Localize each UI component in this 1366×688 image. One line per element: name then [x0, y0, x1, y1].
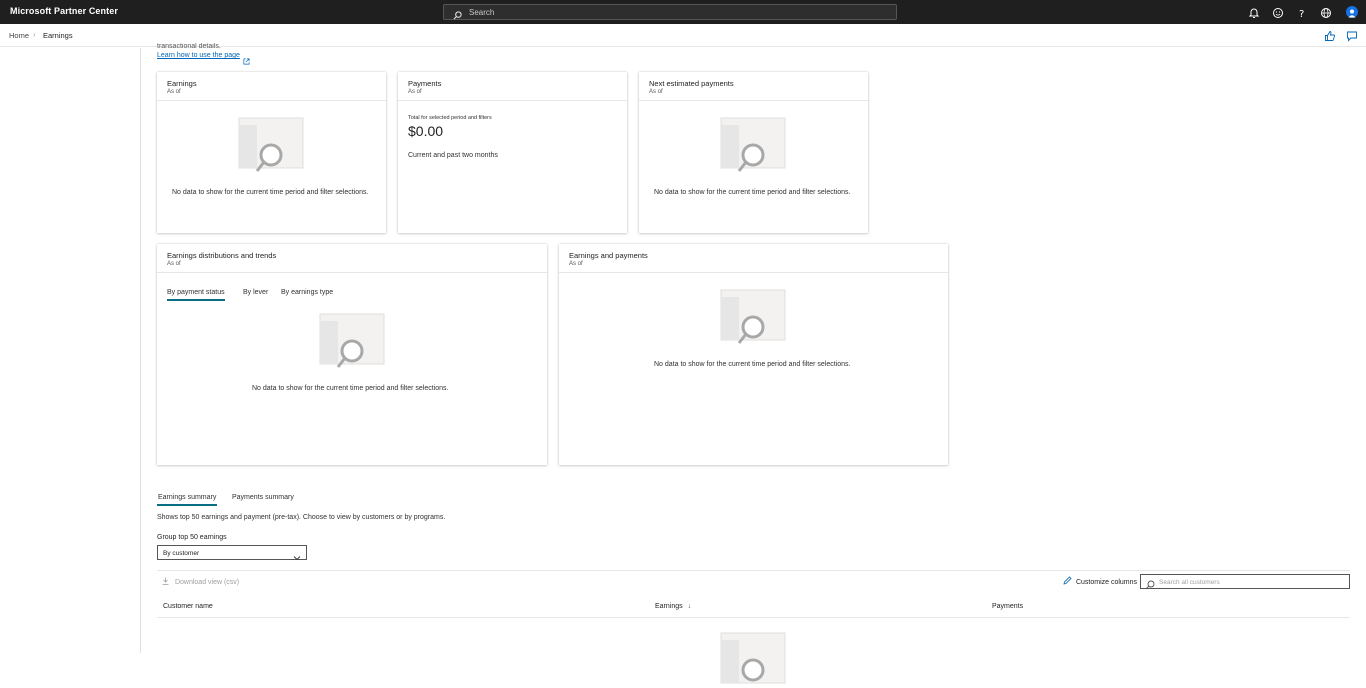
group-by-value: By customer [163, 550, 200, 557]
smiley-icon[interactable] [1272, 6, 1284, 18]
no-data-illustration-icon [720, 289, 786, 344]
earnings-card-as-of: As of [167, 89, 181, 95]
earnings-card-title: Earnings [167, 79, 197, 88]
breadcrumb-home[interactable]: Home [9, 31, 29, 40]
user-avatar[interactable] [1346, 6, 1358, 18]
group-label: Group top 50 earnings [157, 534, 227, 541]
payments-card: Payments As of Total for selected period… [398, 72, 627, 233]
no-data-illustration-icon [720, 632, 786, 684]
distributions-as-of: As of [167, 261, 181, 267]
search-icon [1145, 577, 1155, 595]
left-navigation [0, 48, 141, 653]
download-label: Download view (csv) [174, 579, 240, 586]
tab-earnings-summary[interactable]: Earnings summary [157, 494, 218, 506]
svg-text:?: ? [1299, 9, 1304, 19]
distributions-title: Earnings distributions and trends [167, 251, 277, 260]
column-earnings-label: Earnings [655, 603, 683, 610]
customer-search-input[interactable] [1159, 577, 1344, 587]
download-icon [162, 577, 171, 586]
tab-by-earnings-type[interactable]: By earnings type [281, 289, 333, 296]
feedback-icon[interactable] [1346, 29, 1358, 42]
global-search[interactable]: Search [443, 4, 897, 20]
earnings-card: Earnings As of No data to show for the c… [157, 72, 386, 233]
earnings-payments-as-of: As of [569, 261, 583, 267]
pencil-icon [1063, 576, 1074, 586]
payments-card-as-of: As of [408, 89, 422, 95]
distributions-no-data: No data to show for the current time per… [252, 385, 449, 392]
learn-how-link[interactable]: Learn how to use the page [157, 52, 240, 59]
sort-descending-icon: ↓ [687, 603, 692, 610]
earnings-payments-title: Earnings and payments [569, 251, 648, 260]
earnings-no-data: No data to show for the current time per… [172, 189, 369, 196]
column-payments[interactable]: Payments [992, 603, 1023, 610]
chevron-right-icon: › [33, 30, 36, 39]
payments-total-label: Total for selected period and filters [408, 115, 492, 121]
no-data-illustration-icon [720, 117, 786, 172]
column-customer-name[interactable]: Customer name [163, 603, 213, 610]
tab-by-lever[interactable]: By lever [243, 289, 268, 296]
bell-icon[interactable] [1248, 6, 1260, 18]
customize-columns-label: Customize columns [1075, 579, 1138, 586]
earnings-payments-no-data: No data to show for the current time per… [654, 361, 851, 368]
external-link-icon [243, 52, 250, 70]
no-data-illustration-icon [238, 117, 304, 172]
earnings-distributions-card: Earnings distributions and trends As of … [157, 244, 547, 465]
thumbs-up-icon[interactable] [1324, 29, 1336, 41]
tab-payments-summary[interactable]: Payments summary [232, 494, 294, 501]
payments-period: Current and past two months [408, 152, 498, 159]
top-bar: Microsoft Partner Center Search ? [0, 0, 1366, 24]
group-by-dropdown[interactable]: By customer [157, 545, 307, 561]
breadcrumb-current: Earnings [43, 31, 73, 40]
globe-icon[interactable] [1320, 6, 1332, 18]
customer-search[interactable] [1140, 574, 1350, 590]
customize-columns-button[interactable]: Customize columns [1063, 576, 1137, 586]
next-payments-as-of: As of [649, 89, 663, 95]
global-search-placeholder: Search [469, 8, 495, 17]
next-payments-title: Next estimated payments [649, 79, 734, 88]
payments-card-title: Payments [408, 79, 442, 88]
chevron-down-icon [293, 549, 301, 567]
help-icon[interactable]: ? [1296, 6, 1308, 20]
intro-text: transactional details. [157, 43, 221, 49]
column-earnings[interactable]: Earnings ↓ [655, 603, 691, 610]
tab-by-payment-status[interactable]: By payment status [167, 289, 225, 301]
next-estimated-payments-card: Next estimated payments As of No data to… [639, 72, 868, 233]
earnings-and-payments-card: Earnings and payments As of No data to s… [559, 244, 948, 465]
next-payments-no-data: No data to show for the current time per… [654, 189, 851, 196]
search-icon [453, 7, 462, 25]
summary-description: Shows top 50 earnings and payment (pre-t… [157, 514, 446, 521]
download-view-button[interactable]: Download view (csv) [162, 577, 239, 586]
no-data-illustration-icon [319, 313, 385, 368]
payments-total-amount: $0.00 [408, 123, 444, 139]
brand-title[interactable]: Microsoft Partner Center [10, 6, 118, 16]
